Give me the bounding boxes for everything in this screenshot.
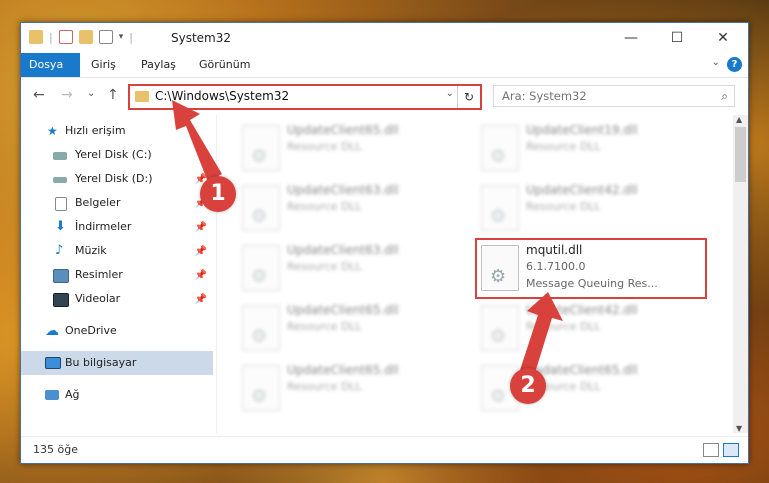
step-marker-1: 1: [200, 176, 236, 212]
annotation-arrows: [172, 100, 563, 376]
arrow-2: [520, 292, 563, 376]
arrow-1: [172, 100, 222, 182]
step-marker-2: 2: [510, 368, 546, 404]
